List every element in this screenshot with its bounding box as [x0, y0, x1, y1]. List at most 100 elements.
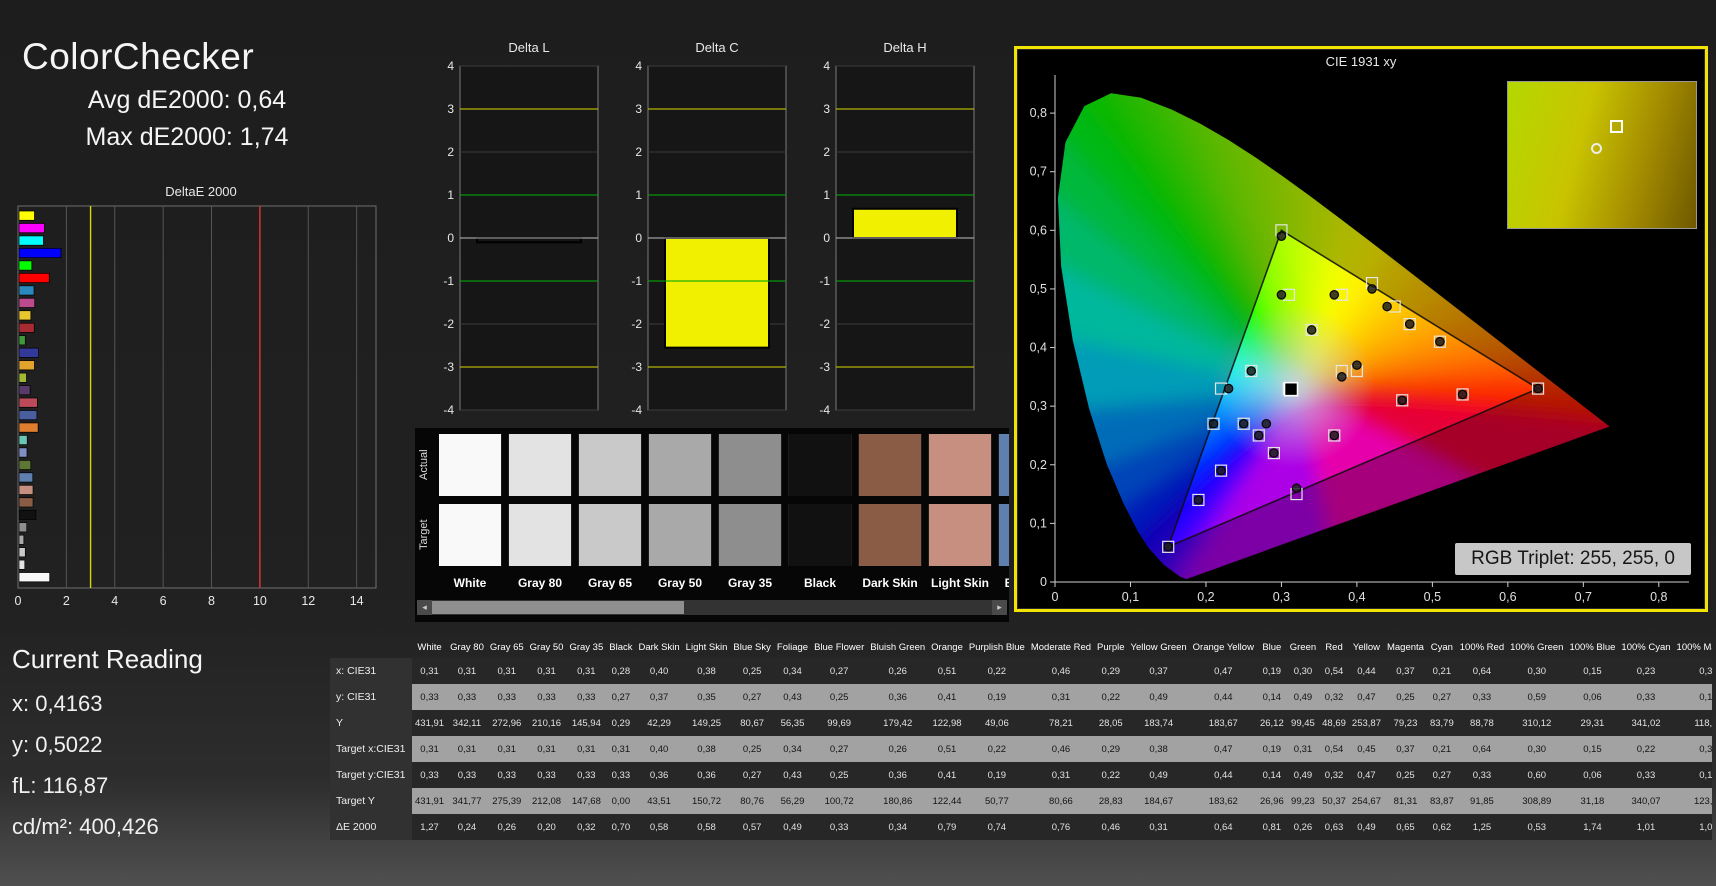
- cie-measured-marker: [1329, 289, 1340, 300]
- table-cell: 28,05: [1094, 710, 1128, 736]
- table-cell: 183,74: [1127, 710, 1190, 736]
- swatch-target[interactable]: [858, 504, 922, 566]
- cie-measured-marker: [1457, 389, 1468, 400]
- deltae-bar: [18, 285, 35, 296]
- cie-measured-marker: [1193, 495, 1204, 505]
- delta-l-panel[interactable]: Delta L 4 3 2 1 0 -1 -2 -3 -4: [432, 40, 604, 425]
- swatch-target[interactable]: [439, 504, 502, 566]
- swatch-target[interactable]: [998, 504, 1009, 566]
- swatch-target[interactable]: [788, 504, 852, 566]
- current-reading-panel: Current Reading x: 0,4163 y: 0,5022 fL: …: [12, 644, 322, 855]
- table-cell: 81,31: [1383, 788, 1427, 814]
- scroll-left-icon[interactable]: ◂: [417, 600, 432, 615]
- table-cell: 0,15: [1673, 762, 1712, 788]
- table-cell: 0,26: [867, 658, 929, 684]
- table-cell: 0,34: [773, 658, 812, 684]
- scroll-right-icon[interactable]: ▸: [992, 600, 1007, 615]
- table-cell: 0,14: [1256, 684, 1287, 710]
- table-cell: 0,30: [1507, 736, 1567, 762]
- swatch-target[interactable]: [928, 504, 992, 566]
- results-table: White Gray 80 Gray 65 Gray 50 Gray 35 Black Da…: [330, 636, 1712, 840]
- table-row: ΔE 2000 1,27 0,24 0,26 0,20 0,32 0,70 0,58 0,58 0…: [330, 814, 1712, 840]
- table-cell: 0,33: [1456, 684, 1508, 710]
- swatch-actual[interactable]: [788, 434, 852, 496]
- table-cell: 0,15: [1566, 658, 1619, 684]
- swatch-actual[interactable]: [508, 434, 572, 496]
- swatch-scrollbar[interactable]: ◂ ▸: [417, 600, 1007, 615]
- table-cell: 0,60: [1507, 762, 1567, 788]
- table-cell: 0,46: [1027, 736, 1095, 762]
- table-cell: 0,27: [730, 762, 774, 788]
- delta-h-title: Delta H: [883, 40, 927, 55]
- table-cell: 1,27: [412, 814, 448, 840]
- table-cell: 0,31: [412, 658, 448, 684]
- table-cell: 0,49: [1348, 814, 1384, 840]
- table-cell: 340,07: [1618, 788, 1674, 814]
- actual-row-label: Actual: [418, 449, 430, 481]
- deltae-bar: [18, 497, 34, 508]
- table-cell: 0,47: [1189, 658, 1257, 684]
- cie-panel[interactable]: 0 0 0,1 0,1 0,2 0,2 0,3 0,3 0,4 0,4 0,5 0,5 0,6 0,6 0,…: [1014, 46, 1708, 612]
- table-cell: 0,27: [730, 684, 774, 710]
- cie-measured-marker: [1382, 301, 1392, 312]
- table-cell: 0,33: [526, 684, 567, 710]
- x-axis-tick-label: 0: [1052, 590, 1059, 604]
- cie-measured-marker: [1208, 418, 1219, 429]
- swatch-actual[interactable]: [439, 434, 502, 496]
- swatch-target[interactable]: [508, 504, 572, 566]
- table-cell: 0,29: [606, 710, 636, 736]
- delta-h-panel[interactable]: Delta H 4 3 2 1 0 -1 -2 -3 -4: [808, 40, 980, 425]
- avg-de2000-readout: Avg dE2000: 0,64: [87, 86, 287, 114]
- x-axis-tick-label: 14: [350, 594, 364, 608]
- deltae-bar: [18, 347, 39, 358]
- swatch-actual[interactable]: [718, 434, 782, 496]
- table-cell: 0,15: [1566, 736, 1619, 762]
- table-cell: 122,44: [928, 788, 966, 814]
- table-cell: 0,32: [1673, 736, 1712, 762]
- column-header: Magenta: [1386, 641, 1424, 653]
- table-cell: 43,51: [635, 788, 683, 814]
- table-cell: 83,87: [1426, 788, 1457, 814]
- header: ColorChecker Avg dE2000: 0,64 Max dE2000…: [22, 36, 382, 152]
- swatch-actual[interactable]: [578, 434, 642, 496]
- cie-measured-marker: [1163, 542, 1174, 552]
- table-cell: 272,96: [486, 710, 527, 736]
- swatch-actual[interactable]: [998, 434, 1009, 496]
- table-cell: 0,31: [1286, 736, 1320, 762]
- table-cell: 0,49: [1127, 684, 1190, 710]
- table-cell: 0,40: [635, 736, 683, 762]
- swatch-target[interactable]: [648, 504, 712, 566]
- x-axis-tick-label: 0: [15, 594, 22, 608]
- y-axis-tick-label: 3: [635, 102, 642, 116]
- table-cell: 210,16: [526, 710, 567, 736]
- table-cell: 0,64: [1189, 814, 1257, 840]
- swatch-target[interactable]: [578, 504, 642, 566]
- table-cell: 0,37: [1383, 736, 1427, 762]
- table-cell: 0,33: [606, 762, 636, 788]
- x-axis-tick-label: 6: [160, 594, 167, 608]
- table-cell: 50,77: [965, 788, 1028, 814]
- swatch-actual[interactable]: [858, 434, 922, 496]
- table-cell: 0,44: [1189, 684, 1257, 710]
- y-axis-tick-label: 0,4: [1030, 341, 1047, 355]
- deltae-bar: [18, 235, 44, 246]
- deltae-bar: [18, 459, 32, 470]
- scrollbar-thumb[interactable]: [432, 601, 684, 614]
- y-axis-tick-label: -1: [443, 274, 454, 288]
- swatch-actual[interactable]: [648, 434, 712, 496]
- table-cell: 80,66: [1027, 788, 1095, 814]
- table-cell: 0,37: [635, 684, 683, 710]
- table-cell: 0,43: [773, 762, 812, 788]
- swatch-target[interactable]: [718, 504, 782, 566]
- cie-measured-marker: [1261, 418, 1272, 429]
- table-cell: 0,27: [606, 684, 636, 710]
- deltae-chart-panel[interactable]: DeltaE 2000 0 2 4 6 8 10 12 14: [12, 184, 390, 627]
- y-axis-tick-label: 0,8: [1030, 106, 1047, 120]
- swatch-actual[interactable]: [928, 434, 992, 496]
- scrollbar-track[interactable]: [432, 600, 992, 615]
- table-cell: 28,83: [1094, 788, 1128, 814]
- deltae-bar: [18, 522, 28, 533]
- delta-c-panel[interactable]: Delta C 4 3 2 1 0 -1 -2 -3 -4: [620, 40, 792, 425]
- table-cell: 0,58: [635, 814, 683, 840]
- table-cell: 50,37: [1319, 788, 1349, 814]
